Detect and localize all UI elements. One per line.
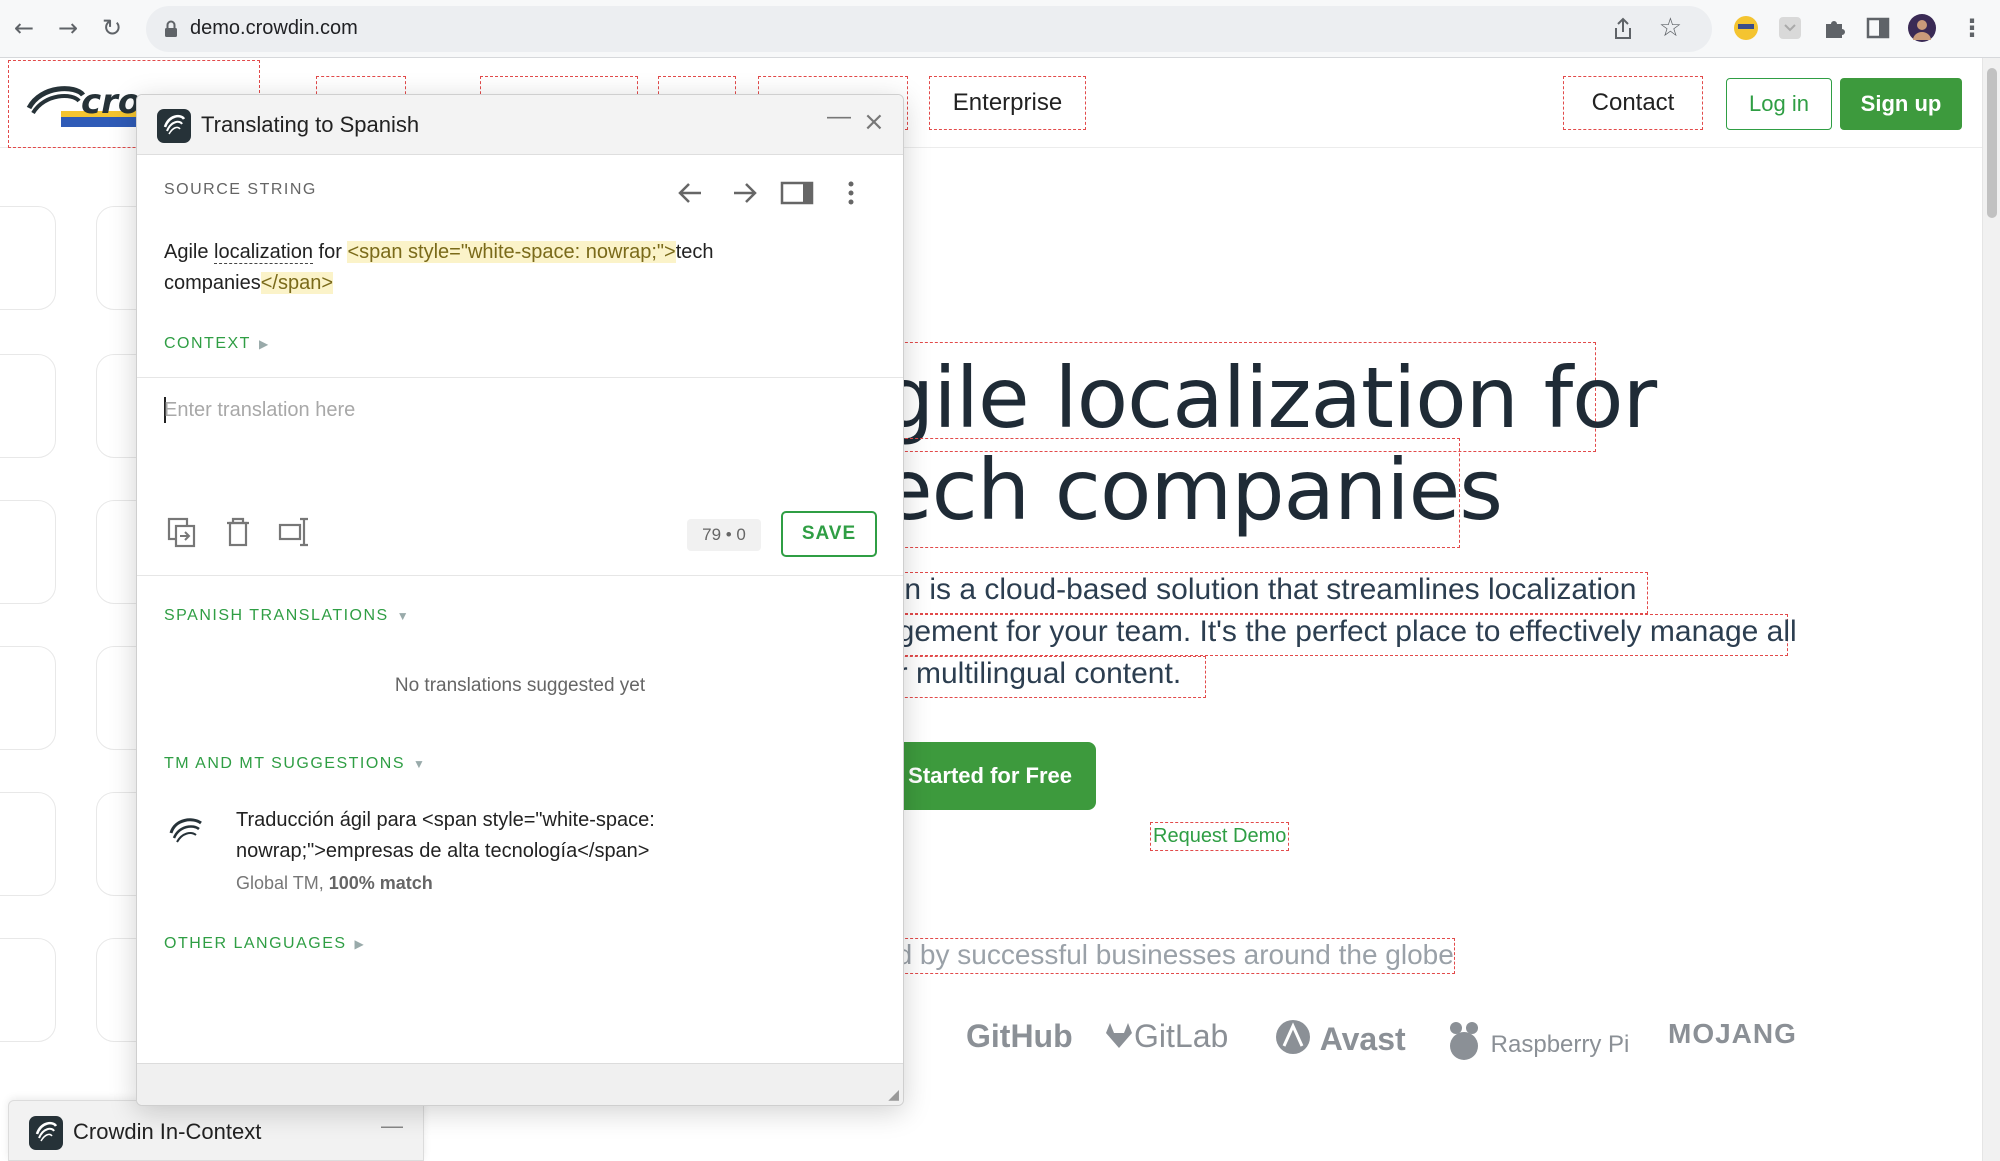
raspberry-pi-icon (1450, 1022, 1478, 1060)
browser-toolbar: ← → ↻ demo.crowdin.com ☆ ⋮ (0, 0, 2000, 58)
collapse-icon: ▼ (396, 609, 411, 623)
nav-contact[interactable]: Contact (1563, 76, 1703, 130)
brand-gitlab-label: GitLab (1134, 1018, 1229, 1054)
next-string-icon[interactable] (726, 175, 762, 211)
source-string-label: SOURCE STRING (164, 181, 317, 198)
dock-title: Crowdin In-Context (73, 1119, 262, 1144)
insert-placeholder-icon[interactable] (277, 515, 311, 549)
glossary-term[interactable]: localization (214, 241, 313, 264)
layout-toggle-icon[interactable] (779, 175, 815, 211)
source-part: Agile (164, 241, 215, 263)
crowdin-icon (157, 109, 191, 143)
tm-source: Global TM, (236, 873, 329, 893)
tile (0, 500, 56, 604)
source-string-text: Agile localization for <span style="whit… (164, 237, 784, 299)
tm-mt-suggestions-label: TM AND MT SUGGESTIONS (164, 755, 405, 772)
expand-icon: ▶ (354, 937, 366, 951)
tm-mt-suggestions-toggle[interactable]: TM AND MT SUGGESTIONS ▼ (164, 755, 426, 773)
brand-avast: Avast (1274, 1018, 1406, 1058)
expand-icon: ▶ (258, 337, 270, 351)
more-options-icon[interactable] (833, 175, 869, 211)
tile (0, 206, 56, 310)
extensions-puzzle-icon[interactable] (1820, 14, 1848, 42)
translation-dialog: Translating to Spanish — × SOURCE STRING… (136, 94, 904, 1106)
avast-icon (1276, 1020, 1310, 1054)
clear-translation-icon[interactable] (221, 515, 255, 549)
hero-subtitle-line-1[interactable]: din is a cloud-based solution that strea… (880, 572, 1648, 614)
brand-raspberry-pi: Raspberry Pi (1444, 1018, 1629, 1064)
brand-mojang: MOJANG (1668, 1018, 1797, 1049)
reload-icon[interactable]: ↻ (94, 10, 130, 46)
save-button[interactable]: SAVE (781, 511, 877, 557)
context-label: CONTEXT (164, 335, 251, 352)
crowdin-tm-icon (169, 818, 202, 843)
html-tag-open: <span style="white-space: nowrap;"> (347, 241, 676, 263)
share-icon[interactable] (1610, 16, 1636, 42)
spanish-translations-toggle[interactable]: SPANISH TRANSLATIONS ▼ (164, 607, 410, 625)
login-button[interactable]: Log in (1726, 78, 1832, 130)
context-toggle[interactable]: CONTEXT ▶ (164, 335, 270, 353)
hero-heading-line-1[interactable]: gile localization for (880, 342, 1657, 452)
copy-source-icon[interactable] (165, 515, 199, 549)
lock-icon (165, 20, 177, 37)
svg-text:cro: cro (81, 83, 141, 122)
divider (137, 575, 903, 576)
gitlab-icon (1106, 1023, 1132, 1048)
minimize-icon[interactable]: — (827, 103, 851, 131)
other-languages-toggle[interactable]: OTHER LANGUAGES ▶ (164, 935, 365, 953)
tile (0, 646, 56, 750)
back-icon[interactable]: ← (6, 10, 42, 46)
close-icon[interactable]: × (863, 107, 885, 137)
hero-heading-line-2[interactable]: ech companies (880, 438, 1503, 548)
signup-button[interactable]: Sign up (1840, 78, 1962, 130)
tm-suggestion[interactable]: Traducción ágil para <span style="white-… (236, 805, 776, 867)
page-scrollbar[interactable] (1982, 58, 2000, 1161)
tile (0, 792, 56, 896)
brand-github: GitHub (966, 1018, 1073, 1054)
collapse-icon: ▼ (413, 757, 427, 771)
character-counter: 79 • 0 (687, 519, 761, 551)
extension-emoji-icon[interactable] (1732, 14, 1760, 42)
trusted-by-text[interactable]: ed by successful businesses around the g… (880, 938, 1455, 974)
get-started-button[interactable]: : Started for Free (880, 742, 1096, 810)
source-part: for (312, 241, 348, 263)
side-panel-icon[interactable] (1864, 14, 1892, 42)
dialog-title: Translating to Spanish (201, 112, 420, 137)
previous-string-icon[interactable] (673, 175, 709, 211)
address-bar[interactable]: demo.crowdin.com ☆ (146, 6, 1712, 52)
browser-menu-icon[interactable]: ⋮ (1954, 10, 1990, 46)
crowdin-icon (29, 1116, 63, 1150)
dock-minimize-icon[interactable]: — (381, 1113, 403, 1139)
no-translations-message: No translations suggested yet (394, 675, 646, 696)
tm-match: 100% match (328, 873, 433, 893)
brand-avast-label: Avast (1319, 1021, 1406, 1057)
tile (0, 938, 56, 1042)
forward-icon[interactable]: → (50, 10, 86, 46)
translation-input[interactable]: Enter translation here (164, 399, 874, 499)
scrollbar-thumb[interactable] (1987, 68, 1997, 218)
divider (137, 377, 903, 378)
resize-handle-icon[interactable]: ◢ (888, 1086, 899, 1103)
tm-suggestion-meta: Global TM, 100% match (236, 873, 433, 894)
spanish-translations-label: SPANISH TRANSLATIONS (164, 607, 389, 624)
extension-pocket-icon[interactable] (1776, 14, 1804, 42)
dialog-header[interactable]: Translating to Spanish — × (137, 95, 903, 155)
hero-subtitle-line-3[interactable]: ur multilingual content. (880, 656, 1206, 698)
html-tag-close: </span> (260, 272, 334, 294)
brand-gitlab: GitLab (1104, 1018, 1228, 1055)
request-demo-link[interactable]: Request Demo (1150, 822, 1290, 851)
tile (0, 354, 56, 458)
profile-avatar[interactable] (1908, 14, 1936, 42)
dialog-footer: ◢ (137, 1063, 903, 1105)
crowdin-in-context-dock[interactable]: Crowdin In-Context — (8, 1100, 424, 1161)
bookmark-star-icon[interactable]: ☆ (1659, 13, 1682, 43)
nav-enterprise[interactable]: Enterprise (929, 76, 1086, 130)
brand-raspberry-pi-label: Raspberry Pi (1490, 1031, 1630, 1058)
other-languages-label: OTHER LANGUAGES (164, 935, 347, 952)
hero-subtitle-line-2[interactable]: agement for your team. It's the perfect … (880, 614, 1797, 656)
url-text: demo.crowdin.com (190, 17, 358, 39)
